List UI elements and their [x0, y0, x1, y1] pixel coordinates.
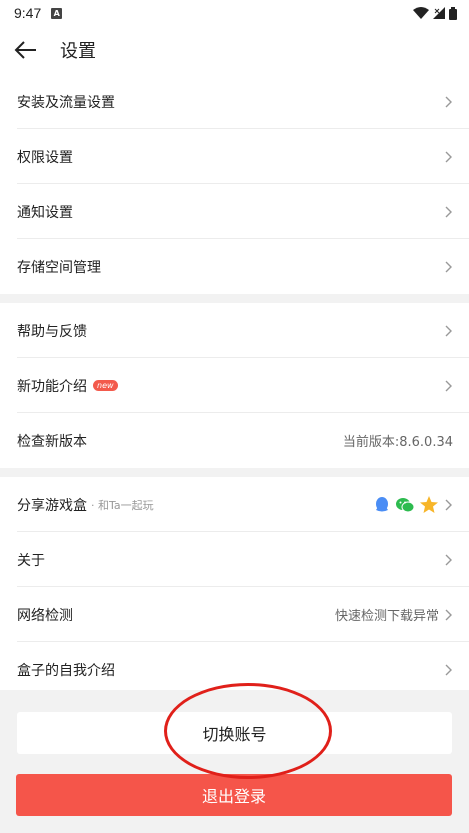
row-label: 分享游戏盒	[17, 497, 87, 514]
status-icons	[413, 6, 457, 20]
row-sublabel: · 和Ta一起玩	[91, 498, 154, 512]
bottom-actions: 切换账号 退出登录	[0, 690, 469, 833]
row-storage[interactable]: 存储空间管理	[0, 239, 469, 294]
wifi-icon	[413, 7, 429, 19]
row-install-traffic[interactable]: 安装及流量设置	[0, 74, 469, 129]
chevron-right-icon	[445, 380, 452, 391]
row-label: 权限设置	[17, 149, 73, 166]
row-label: 通知设置	[17, 204, 73, 221]
chevron-right-icon	[445, 151, 452, 162]
chevron-right-icon	[445, 609, 452, 620]
row-about[interactable]: 关于	[0, 532, 469, 587]
row-check-version[interactable]: 检查新版本 当前版本:8.6.0.34	[0, 413, 469, 468]
switch-account-button[interactable]: 切换账号	[17, 712, 452, 754]
status-time: 9:47	[14, 5, 42, 21]
chevron-right-icon	[445, 499, 452, 510]
qzone-icon[interactable]	[419, 495, 439, 514]
status-bar: 9:47 A	[0, 0, 469, 26]
network-check-value: 快速检测下载异常	[334, 609, 439, 624]
row-help-feedback[interactable]: 帮助与反馈	[0, 303, 469, 358]
chevron-right-icon	[445, 261, 452, 272]
wechat-icon[interactable]	[395, 496, 415, 514]
back-button[interactable]	[14, 36, 42, 64]
row-label: 存储空间管理	[17, 259, 101, 276]
new-badge: new	[93, 380, 118, 391]
row-label: 新功能介绍	[17, 378, 87, 395]
settings-group-general: 安装及流量设置 权限设置 通知设置 存储空间管理	[0, 74, 469, 294]
row-label: 网络检测	[17, 607, 73, 624]
row-label: 关于	[17, 552, 45, 569]
qq-icon[interactable]	[373, 496, 391, 514]
row-share-box[interactable]: 分享游戏盒 · 和Ta一起玩	[0, 477, 469, 532]
row-label: 检查新版本	[17, 433, 87, 450]
chevron-right-icon	[445, 96, 452, 107]
settings-group-about: 分享游戏盒 · 和Ta一起玩 关于 网络检测 快速检测下载异常 盒子的自我介绍	[0, 477, 469, 697]
row-new-features[interactable]: 新功能介绍 new	[0, 358, 469, 413]
battery-icon	[449, 6, 457, 20]
signal-icon	[433, 7, 445, 19]
row-label: 安装及流量设置	[17, 94, 115, 111]
chevron-right-icon	[445, 325, 452, 336]
row-label: 盒子的自我介绍	[17, 662, 115, 679]
row-box-intro[interactable]: 盒子的自我介绍	[0, 642, 469, 697]
row-permissions[interactable]: 权限设置	[0, 129, 469, 184]
page-title: 设置	[60, 41, 96, 62]
version-value: 当前版本:8.6.0.34	[342, 435, 453, 450]
chevron-right-icon	[445, 554, 452, 565]
logout-button[interactable]: 退出登录	[16, 774, 452, 816]
app-bar: 设置	[0, 26, 469, 74]
row-network-check[interactable]: 网络检测 快速检测下载异常	[0, 587, 469, 642]
row-label: 帮助与反馈	[17, 323, 87, 340]
notification-icon: A	[51, 7, 63, 19]
chevron-right-icon	[445, 664, 452, 675]
settings-group-help: 帮助与反馈 新功能介绍 new 检查新版本 当前版本:8.6.0.34	[0, 303, 469, 468]
chevron-right-icon	[445, 206, 452, 217]
back-arrow-icon	[14, 41, 36, 59]
row-notifications[interactable]: 通知设置	[0, 184, 469, 239]
